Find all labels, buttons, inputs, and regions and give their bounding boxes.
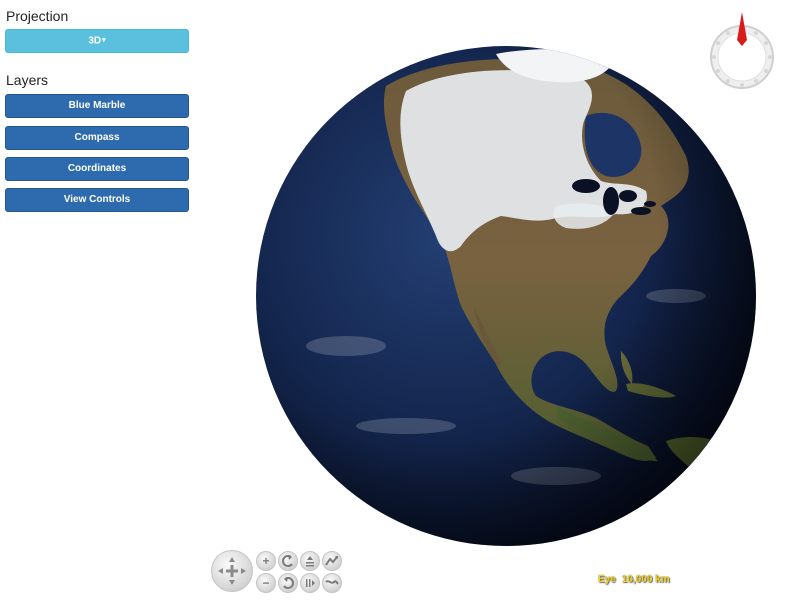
exaggeration-up-icon (325, 556, 338, 566)
rotate-left-icon (282, 555, 293, 567)
eye-label: Eye (598, 574, 616, 585)
rotate-right-icon (283, 577, 294, 589)
heading-right-button[interactable] (278, 573, 298, 593)
tilt-down-icon (306, 579, 315, 587)
eye-value: 10,000 km (621, 574, 670, 585)
tilt-up-button[interactable] (300, 551, 320, 571)
caret-down-icon: ▾ (102, 37, 106, 44)
layers-title: Layers (6, 72, 49, 88)
globe-canvas[interactable] (256, 46, 756, 546)
layer-button-coordinates[interactable]: Coordinates (5, 157, 189, 181)
layer-button-view-controls[interactable]: View Controls (5, 188, 189, 212)
tilt-up-icon (306, 556, 314, 567)
pan-icon (218, 557, 246, 585)
zoom-in-button[interactable]: + (256, 551, 276, 571)
zoom-in-icon: + (262, 554, 270, 568)
zoom-out-button[interactable]: − (256, 573, 276, 593)
exaggeration-up-button[interactable] (322, 551, 342, 571)
globe-shading (256, 46, 756, 546)
exaggeration-down-button[interactable] (322, 573, 342, 593)
compass-widget[interactable] (709, 10, 775, 90)
projection-button-label: 3D (88, 35, 102, 47)
layer-button-compass[interactable]: Compass (5, 126, 189, 150)
heading-left-button[interactable] (278, 551, 298, 571)
layer-button-blue-marble[interactable]: Blue Marble (5, 94, 189, 118)
projection-title: Projection (6, 8, 69, 24)
tilt-down-button[interactable] (300, 573, 320, 593)
zoom-out-icon: − (262, 576, 270, 590)
pan-control[interactable] (211, 550, 253, 592)
exaggeration-down-icon (325, 580, 339, 585)
projection-dropdown-button[interactable]: 3D▾ (5, 29, 189, 53)
eye-altitude-readout: Eye 10,000 km (598, 574, 670, 585)
